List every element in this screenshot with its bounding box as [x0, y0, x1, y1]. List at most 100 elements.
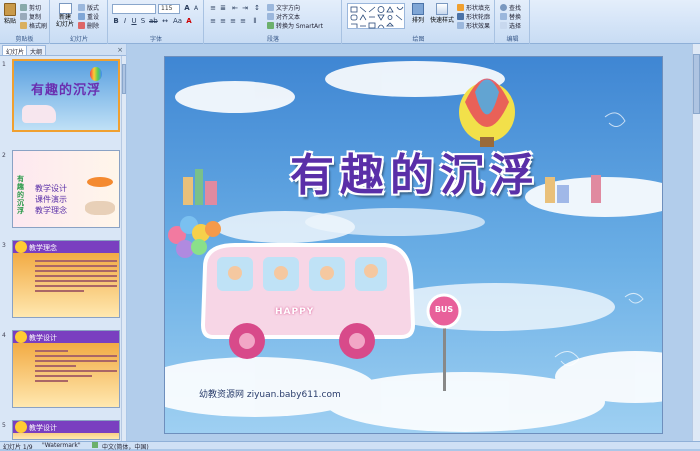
delete-icon: [78, 21, 85, 29]
fish-image: [87, 177, 113, 187]
smartart-icon: [267, 21, 274, 29]
drawing-label: 绘图: [412, 36, 425, 43]
fill-bucket-icon: [457, 3, 464, 11]
shapes-gallery[interactable]: [347, 3, 405, 29]
paragraph-group: ≡ ≣ ⇤ ⇥ ↕ ≡ ≡ ≡ ≡ ⫴ 文字方向 对齐文本 转换为 SmartA…: [205, 0, 342, 44]
align-text-button[interactable]: 对齐文本: [267, 12, 300, 21]
slide-thumbnail-2[interactable]: 有趣的沉浮 教学设计 课件演示 教学理念: [12, 150, 120, 228]
panel-scroll-thumb[interactable]: [122, 64, 126, 94]
shell-image: [85, 201, 115, 215]
shapes-gallery-icons: [350, 6, 404, 29]
text-direction-button[interactable]: 文字方向: [267, 3, 300, 12]
new-slide-icon: [58, 3, 72, 14]
shape-outline-button[interactable]: 形状轮廓: [457, 12, 490, 21]
tab-slides[interactable]: 幻灯片: [2, 45, 29, 56]
copy-button[interactable]: 复制: [20, 12, 41, 21]
brush-icon: [20, 21, 27, 29]
status-bar: 幻灯片 1/9 "Watermark" 中文(简体，中国): [0, 441, 700, 451]
font-name-field[interactable]: [112, 4, 156, 14]
convert-smartart-button[interactable]: 转换为 SmartArt: [267, 21, 323, 30]
slide-number: 4: [2, 332, 6, 339]
slide-number: 1: [2, 61, 6, 68]
thumbnail-title: 教学设计: [29, 424, 57, 432]
replace-button[interactable]: 替换: [500, 12, 521, 21]
line-spacing-icon[interactable]: ↕: [253, 4, 261, 12]
bus-stop-label: BUS: [434, 305, 454, 314]
slide-title[interactable]: 有趣的沉浮: [205, 139, 625, 203]
bullets-icon[interactable]: ≡: [209, 4, 217, 12]
thumbnail-title: 教学理念: [29, 244, 57, 252]
shape-fill-button[interactable]: 形状填充: [457, 3, 490, 12]
new-slide-button[interactable]: 新建 幻灯片: [55, 3, 75, 31]
slide-thumbnail-4[interactable]: 教学设计: [12, 330, 120, 408]
find-button[interactable]: 查找: [500, 3, 521, 12]
slide-number: 2: [2, 152, 6, 159]
ribbon: 粘贴 剪切 复制 格式刷 剪贴板 新建 幻灯片 版式 重设 删除 幻灯片 115…: [0, 0, 700, 44]
thumbnail-menu: 教学设计 课件演示 教学理念: [35, 184, 67, 215]
justify-icon[interactable]: ≡: [239, 17, 247, 25]
bold-icon[interactable]: B: [112, 17, 120, 25]
slide-thumbnail-5[interactable]: 教学设计: [12, 420, 120, 440]
text-direction-icon: [267, 3, 274, 11]
language-indicator: 中文(简体，中国): [102, 444, 149, 451]
sun-image: [15, 331, 27, 343]
numbering-icon[interactable]: ≣: [219, 4, 227, 12]
paste-button[interactable]: 粘贴: [3, 3, 17, 25]
strikethrough-icon[interactable]: ab: [148, 17, 158, 25]
columns-icon[interactable]: ⫴: [251, 17, 259, 25]
grow-font-icon[interactable]: A: [183, 4, 191, 12]
char-spacing-icon[interactable]: ↔: [161, 17, 169, 25]
underline-icon[interactable]: U: [130, 17, 138, 25]
find-icon: [500, 3, 507, 11]
reset-button[interactable]: 重设: [78, 12, 99, 21]
select-button[interactable]: 选择: [500, 21, 521, 30]
clipboard-group: 粘贴 剪切 复制 格式刷 剪贴板: [0, 0, 50, 44]
layout-icon: [78, 3, 85, 11]
bus-label: HAPPY: [275, 307, 315, 317]
main-scrollbar[interactable]: [692, 44, 700, 441]
align-left-icon[interactable]: ≡: [209, 17, 217, 25]
outline-pen-icon: [457, 12, 464, 20]
change-case-icon[interactable]: Aa: [172, 17, 182, 25]
scissors-icon: [20, 3, 27, 11]
paragraph-label: 段落: [266, 36, 279, 43]
clipboard-label: 剪贴板: [15, 36, 34, 43]
tab-outline[interactable]: 大纲: [26, 45, 47, 56]
slide-thumbnail-1[interactable]: 有趣的沉浮: [12, 59, 120, 132]
shrink-font-icon[interactable]: A: [192, 4, 200, 12]
format-painter-button[interactable]: 格式刷: [20, 21, 47, 30]
align-text-icon: [267, 12, 274, 20]
slides-label: 幻灯片: [69, 36, 88, 43]
cut-button[interactable]: 剪切: [20, 3, 41, 12]
quick-styles-button[interactable]: 快速样式: [429, 3, 455, 31]
sun-image: [15, 421, 27, 433]
paste-icon: [4, 3, 16, 16]
increase-indent-icon[interactable]: ⇥: [241, 4, 249, 12]
decrease-indent-icon[interactable]: ⇤: [231, 4, 239, 12]
font-color-icon[interactable]: A: [185, 17, 193, 25]
delete-button[interactable]: 删除: [78, 21, 99, 30]
shape-effects-button[interactable]: 形状效果: [457, 21, 490, 30]
effects-icon: [457, 21, 464, 29]
close-panel-icon[interactable]: ×: [117, 46, 123, 54]
thumbnail-vertical-title: 有趣的沉浮: [17, 175, 24, 215]
panel-scrollbar[interactable]: [121, 56, 126, 441]
align-right-icon[interactable]: ≡: [229, 17, 237, 25]
arrange-button[interactable]: 排列: [409, 3, 427, 31]
layout-button[interactable]: 版式: [78, 3, 99, 12]
shadow-icon[interactable]: S: [139, 17, 147, 25]
font-size-field[interactable]: 115: [158, 4, 180, 14]
italic-icon[interactable]: I: [121, 17, 129, 25]
slide-thumbnail-3[interactable]: 教学理念: [12, 240, 120, 318]
spellcheck-icon[interactable]: [92, 442, 98, 448]
replace-icon: [500, 12, 507, 20]
reset-icon: [78, 12, 85, 20]
thumbnail-body-text: [35, 347, 117, 403]
thumbnail-title: 有趣的沉浮: [30, 83, 101, 98]
main-scroll-thumb[interactable]: [693, 54, 700, 114]
drawing-group: 排列 快速样式 形状填充 形状轮廓 形状效果 绘图: [343, 0, 495, 44]
align-center-icon[interactable]: ≡: [219, 17, 227, 25]
slide-number: 5: [2, 422, 6, 429]
quick-styles-icon: [436, 3, 448, 15]
slide-canvas[interactable]: 有趣的沉浮 HAPPY BUS 幼教资源网 ziyuan.baby611.com: [164, 56, 663, 434]
